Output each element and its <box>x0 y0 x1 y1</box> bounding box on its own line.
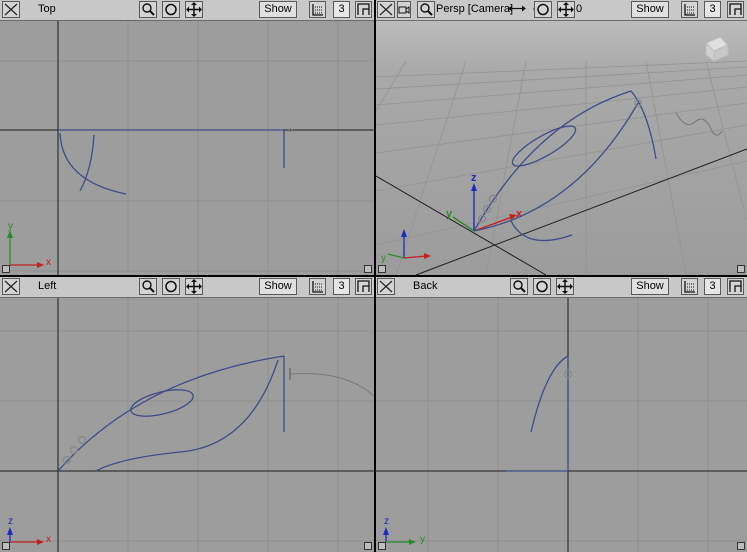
zoom-icon[interactable] <box>417 1 435 18</box>
subdivision-level[interactable]: 3 <box>333 278 350 295</box>
viewport-title[interactable]: Persp [Camera] <box>436 3 513 15</box>
viewport-toolbar: Back Show 3 <box>376 277 747 298</box>
subdivision-level[interactable]: 3 <box>704 1 721 18</box>
show-button[interactable]: Show <box>259 1 297 18</box>
axis-label: z <box>384 516 389 527</box>
resize-icon[interactable] <box>364 265 372 273</box>
viewport-left[interactable]: Left Show 3 z x <box>0 277 374 552</box>
axis-label: x <box>46 534 51 545</box>
display-mode-icon[interactable] <box>681 278 698 295</box>
camera-icon[interactable] <box>397 1 411 18</box>
resize-icon[interactable] <box>2 265 10 273</box>
axis-label: z <box>8 516 13 527</box>
pan-icon[interactable] <box>557 1 575 18</box>
scene-left: z x <box>0 298 374 552</box>
axis-label: y <box>381 253 386 264</box>
resize-icon[interactable] <box>737 542 745 550</box>
axis-line <box>376 175 547 275</box>
maximize-icon[interactable] <box>2 278 20 295</box>
frame-icon[interactable] <box>162 278 180 295</box>
axis-label: y <box>420 534 425 545</box>
layout-icon[interactable] <box>355 1 372 18</box>
maximize-icon[interactable] <box>377 278 395 295</box>
curve-path <box>289 373 374 397</box>
ground-grid <box>376 60 747 275</box>
display-mode-icon[interactable] <box>309 278 326 295</box>
show-button[interactable]: Show <box>631 1 669 18</box>
curve-path <box>58 129 285 195</box>
layout-icon[interactable] <box>727 278 744 295</box>
pan-icon[interactable] <box>185 1 203 18</box>
frame-icon[interactable] <box>534 1 552 18</box>
viewport-canvas[interactable]: z x <box>0 298 374 552</box>
resize-icon[interactable] <box>737 265 745 273</box>
viewport-canvas[interactable]: z x y y <box>376 21 747 275</box>
layout-icon[interactable] <box>727 1 744 18</box>
curve-path <box>57 355 285 472</box>
zoom-icon[interactable] <box>510 278 528 295</box>
dolly-icon[interactable] <box>507 1 527 18</box>
viewport-title[interactable]: Top <box>38 3 56 15</box>
zoom-icon[interactable] <box>139 1 157 18</box>
pan-icon[interactable] <box>556 278 574 295</box>
curve-path <box>506 355 573 472</box>
viewport-toolbar: Persp [Camera] 0 Show 3 <box>376 0 747 21</box>
viewport-title[interactable]: Left <box>38 280 56 292</box>
viewport-title[interactable]: Back <box>413 280 437 292</box>
frame-icon[interactable] <box>533 278 551 295</box>
svg-text:y: y <box>446 208 453 220</box>
subdivision-level[interactable]: 3 <box>333 1 350 18</box>
frame-icon[interactable] <box>162 1 180 18</box>
view-cube <box>705 36 729 62</box>
scene-persp: z x y y <box>376 36 747 275</box>
maximize-icon[interactable] <box>377 1 395 18</box>
resize-icon[interactable] <box>2 542 10 550</box>
svg-text:+: + <box>288 125 293 135</box>
pan-icon[interactable] <box>185 278 203 295</box>
resize-icon[interactable] <box>378 542 386 550</box>
svg-text:z: z <box>471 172 477 184</box>
layout-icon[interactable] <box>355 278 372 295</box>
display-mode-icon[interactable] <box>309 1 326 18</box>
scene-back: z y <box>376 298 747 552</box>
viewport-back[interactable]: Back Show 3 z y <box>376 277 747 552</box>
show-button[interactable]: Show <box>631 278 669 295</box>
scene-top: + y x <box>0 21 374 275</box>
viewport-top[interactable]: Top Show 3 + y x <box>0 0 374 275</box>
axis-label: y <box>8 221 13 232</box>
axis-line <box>415 148 747 275</box>
resize-icon[interactable] <box>364 542 372 550</box>
maximize-icon[interactable] <box>2 1 20 18</box>
axis-gizmo: y x <box>7 221 51 268</box>
axis-label: x <box>46 257 51 268</box>
show-button[interactable]: Show <box>259 278 297 295</box>
resize-icon[interactable] <box>378 265 386 273</box>
zoom-value: 0 <box>576 3 583 15</box>
viewport-persp[interactable]: Persp [Camera] 0 Show 3 z x y y <box>376 0 747 275</box>
curve-path <box>675 112 723 136</box>
display-mode-icon[interactable] <box>681 1 698 18</box>
subdivision-level[interactable]: 3 <box>704 278 721 295</box>
viewport-canvas[interactable]: + y x <box>0 21 374 275</box>
viewport-canvas[interactable]: z y <box>376 298 747 552</box>
viewport-toolbar: Top Show 3 <box>0 0 374 21</box>
viewport-toolbar: Left Show 3 <box>0 277 374 298</box>
zoom-icon[interactable] <box>139 278 157 295</box>
